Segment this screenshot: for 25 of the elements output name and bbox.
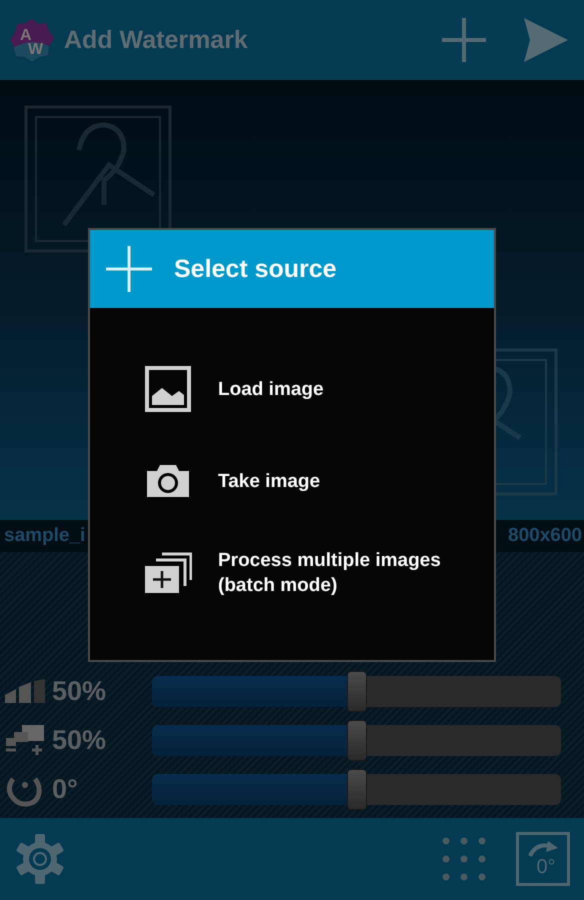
app-title: Add Watermark [64, 26, 248, 54]
slider-value: 50% [52, 725, 108, 756]
send-icon[interactable] [522, 16, 570, 64]
image-icon [144, 366, 192, 412]
rotate-arrow-icon [526, 841, 560, 857]
image-size: 800x600 [508, 525, 582, 547]
camera-icon [144, 463, 192, 499]
slider-thumb[interactable] [346, 720, 366, 761]
opacity-icon [4, 678, 46, 704]
add-icon[interactable] [440, 16, 488, 64]
slider-thumb[interactable] [346, 671, 366, 712]
source-option[interactable]: Process multiple images (batch mode) [144, 542, 494, 604]
scale-icon [4, 724, 46, 758]
app-logo-icon: A W [8, 16, 56, 64]
source-option[interactable]: Load image [144, 358, 494, 420]
slider-value: 50% [52, 676, 108, 707]
dialog-title: Select source [174, 254, 337, 284]
slider-value: 0° [52, 774, 79, 805]
slider-thumb[interactable] [346, 769, 366, 810]
multiple-images-icon [144, 552, 192, 594]
settings-icon[interactable] [16, 834, 64, 884]
source-option[interactable]: Take image [144, 450, 494, 512]
grid-icon[interactable] [440, 835, 488, 883]
file-name: sample_i [4, 525, 86, 547]
add-icon [106, 246, 152, 292]
